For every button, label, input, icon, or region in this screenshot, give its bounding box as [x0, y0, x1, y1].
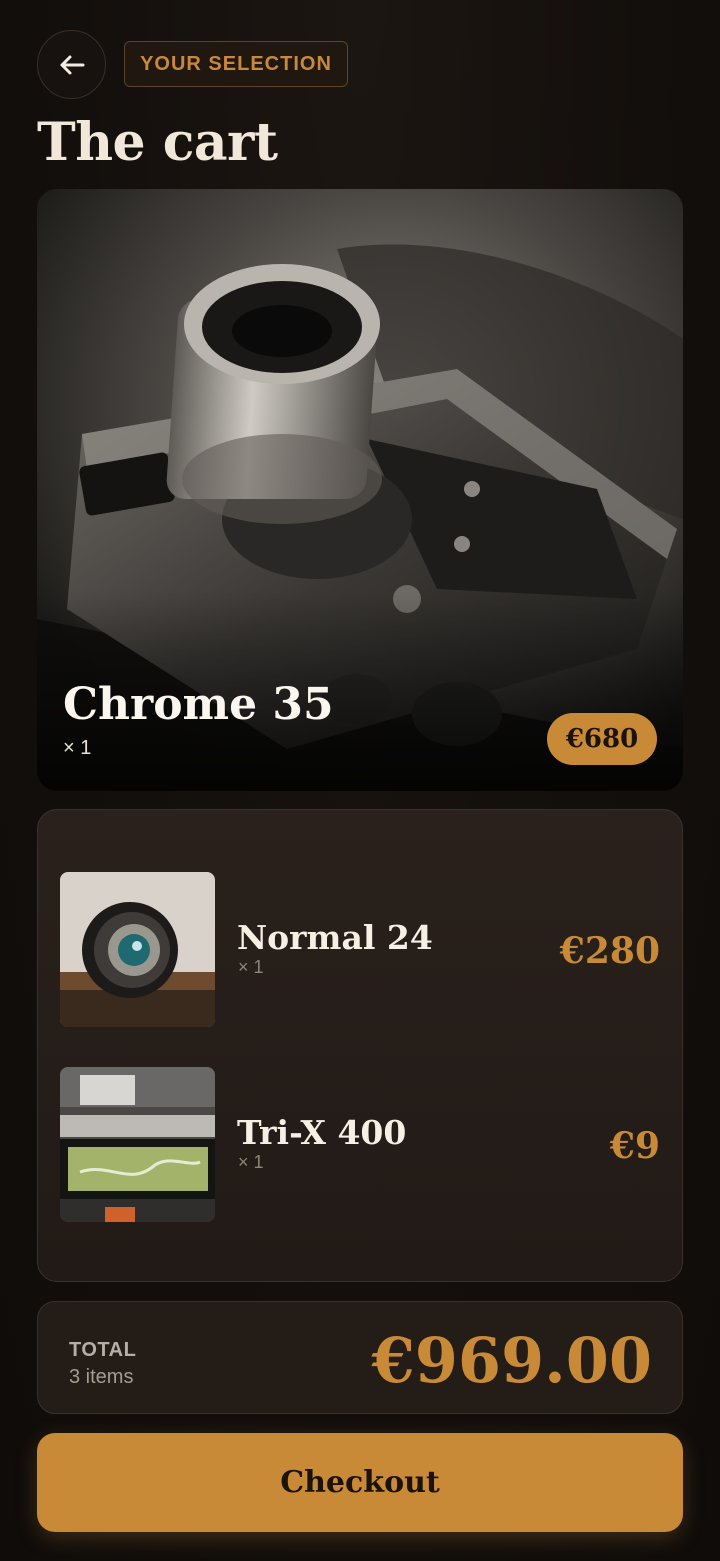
item-price: €280 [559, 930, 660, 972]
checkout-button[interactable]: Checkout [37, 1433, 683, 1532]
item-name: Normal 24 [237, 918, 433, 957]
item-price: €9 [609, 1125, 660, 1167]
list-item[interactable]: Normal 24 × 1 €280 [60, 872, 660, 1028]
order-total: TOTAL 3 items €969.00 [37, 1301, 683, 1414]
hero-item-qty: × 1 [63, 737, 92, 759]
list-item[interactable]: Tri-X 400 × 1 €9 [60, 1067, 660, 1223]
total-amount: €969.00 [371, 1324, 652, 1397]
cart-items-list: Normal 24 × 1 €280 Tri-X 400 × 1 €9 [37, 809, 683, 1282]
total-label: TOTAL [69, 1339, 137, 1361]
item-thumbnail [60, 872, 215, 1027]
hero-cart-item[interactable]: Chrome 35 × 1 €680 [37, 189, 683, 791]
item-thumbnail [60, 1067, 215, 1222]
item-name: Tri-X 400 [237, 1113, 407, 1152]
hero-item-name: Chrome 35 [63, 679, 334, 730]
hero-item-price-badge: €680 [547, 713, 657, 765]
page-title: The cart [37, 112, 278, 173]
arrow-left-icon [60, 55, 84, 74]
item-qty: × 1 [238, 957, 264, 977]
back-button[interactable] [37, 30, 106, 99]
item-qty: × 1 [238, 1152, 264, 1172]
section-badge: YOUR SELECTION [124, 41, 348, 87]
total-item-count: 3 items [69, 1366, 134, 1388]
